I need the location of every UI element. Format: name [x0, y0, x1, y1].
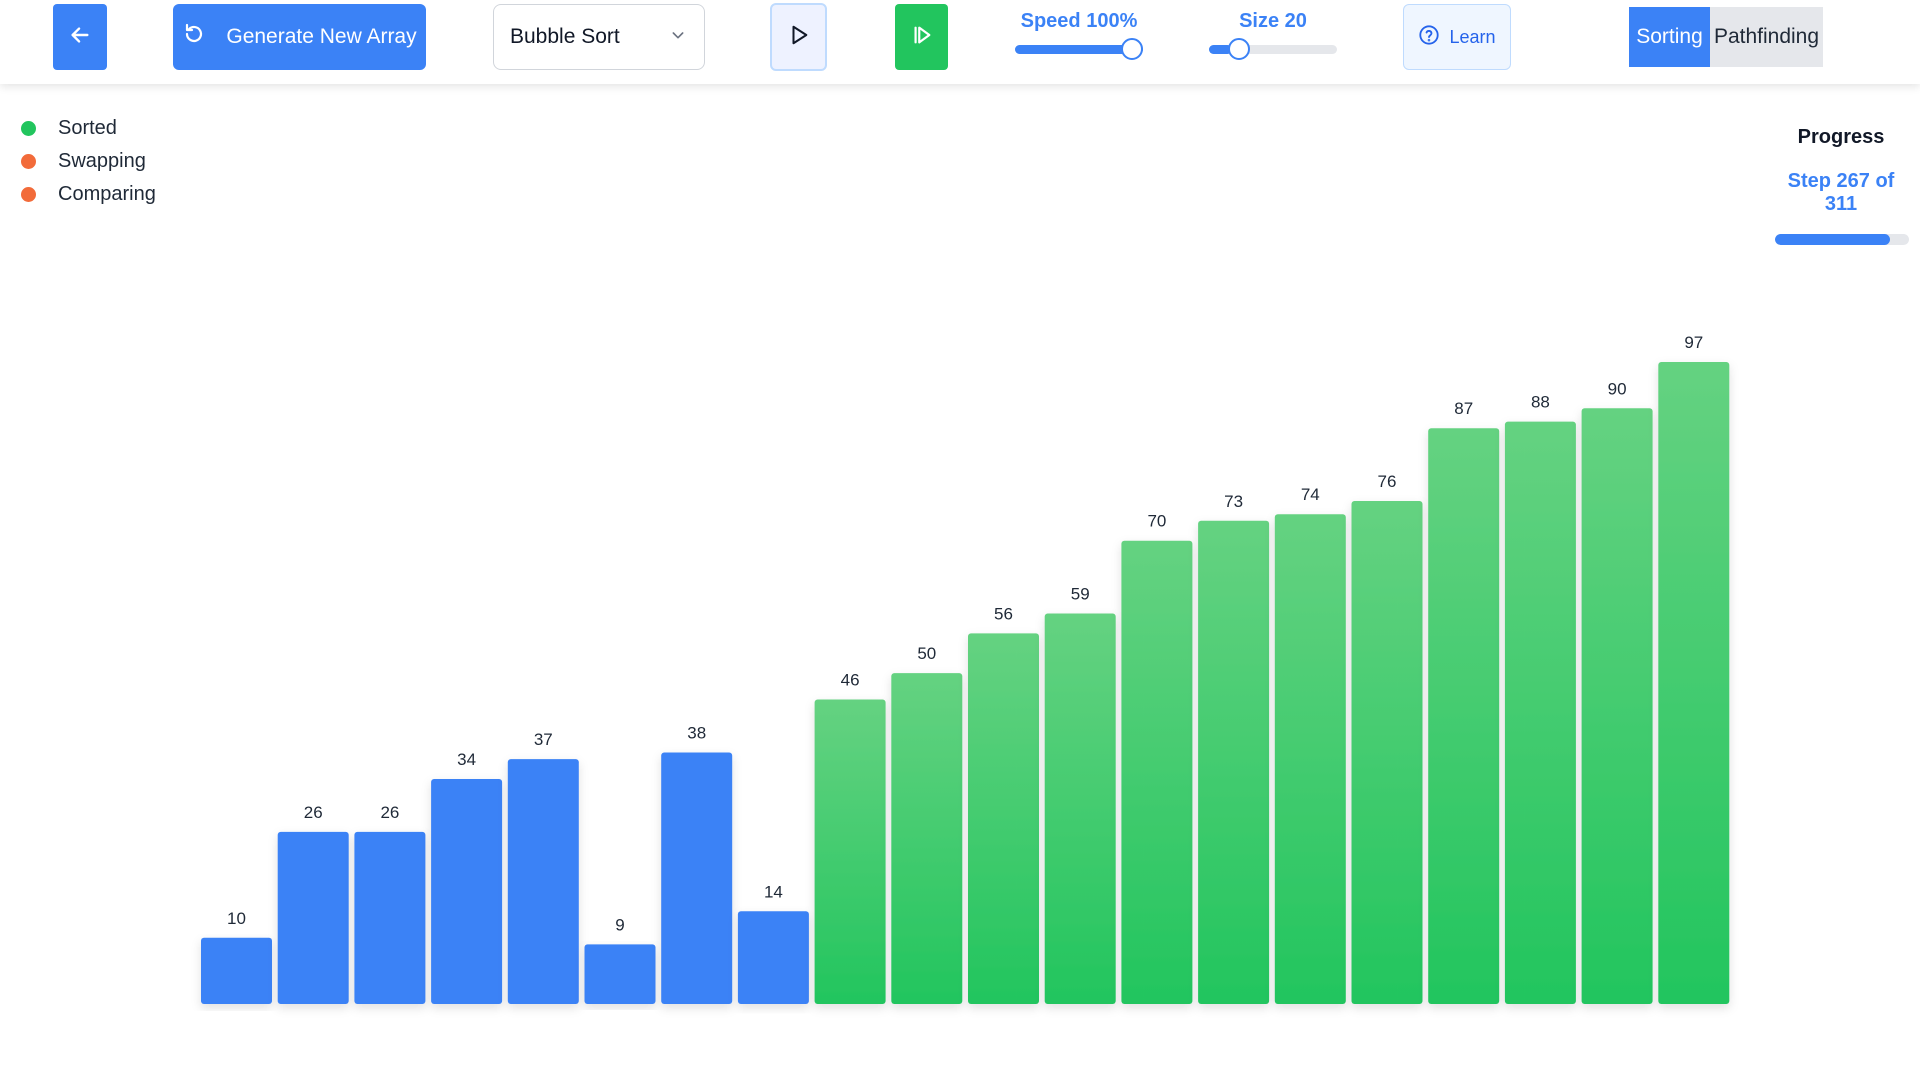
play-icon — [788, 24, 810, 51]
bar-unsorted — [584, 944, 656, 1004]
size-slider[interactable] — [1209, 38, 1337, 60]
bar-value-label: 26 — [380, 803, 399, 822]
generate-button-label: Generate New Array — [226, 25, 417, 48]
bar-sorted — [814, 699, 886, 1004]
bar-value-label: 26 — [304, 803, 323, 822]
bar-value-label: 88 — [1531, 393, 1550, 412]
bar-unsorted — [277, 831, 349, 1004]
generate-new-array-button[interactable]: Generate New Array — [173, 4, 426, 70]
bar-sorted — [1198, 520, 1270, 1004]
bar-value-label: 10 — [227, 909, 246, 928]
bar-value-label: 37 — [534, 730, 553, 749]
bar-value-label: 76 — [1378, 472, 1397, 491]
bar-value-label: 87 — [1454, 399, 1473, 418]
step-forward-button[interactable] — [895, 4, 948, 70]
bar-sorted — [1351, 501, 1423, 1004]
speed-control: Speed 100% — [1014, 10, 1144, 60]
bar-sorted — [1658, 362, 1730, 1004]
bar-value-label: 70 — [1147, 512, 1166, 531]
mode-toggle: Sorting Pathfinding — [1629, 7, 1823, 67]
bar-unsorted — [354, 831, 426, 1004]
step-forward-icon — [911, 24, 933, 51]
algorithm-select[interactable]: Bubble Sort — [493, 4, 705, 70]
bar-value-label: 46 — [841, 671, 860, 690]
bar-unsorted — [661, 752, 733, 1004]
bar-sorted — [1504, 421, 1576, 1005]
bar-value-label: 90 — [1608, 379, 1627, 398]
bar-chart: 10 26 26 34 37 9 38 14 46 50 56 59 70 73 74 76 87 88 90 97 — [201, 333, 1730, 1005]
size-label: Size 20 — [1239, 10, 1307, 32]
bar-unsorted — [201, 937, 272, 1004]
bar-sorted — [1121, 540, 1193, 1004]
speed-slider-thumb[interactable] — [1121, 38, 1143, 60]
bar-value-label: 59 — [1071, 585, 1090, 604]
learn-button-label: Learn — [1449, 26, 1496, 47]
bar-value-label: 14 — [764, 882, 783, 901]
learn-button[interactable]: Learn — [1403, 4, 1511, 70]
chevron-down-icon — [670, 25, 686, 49]
bar-value-label: 50 — [917, 644, 936, 663]
toolbar: Generate New Array Bubble Sort Speed 100… — [0, 0, 1920, 84]
bar-unsorted — [431, 779, 503, 1004]
back-button[interactable] — [53, 4, 107, 70]
bar-value-label: 38 — [687, 724, 706, 743]
bar-sorted — [1044, 613, 1116, 1004]
bars-group: 10 26 26 34 37 9 38 14 46 50 56 59 70 73 74 76 87 88 90 97 — [201, 333, 1730, 1005]
tab-pathfinding[interactable]: Pathfinding — [1710, 7, 1823, 67]
tab-sorting[interactable]: Sorting — [1629, 7, 1710, 67]
help-circle-icon — [1418, 24, 1440, 51]
bar-value-label: 9 — [615, 915, 624, 934]
bar-sorted — [968, 633, 1039, 1004]
bar-sorted — [1428, 428, 1500, 1004]
bar-unsorted — [737, 911, 809, 1004]
bar-unsorted — [507, 759, 579, 1004]
algorithm-select-value: Bubble Sort — [510, 25, 620, 48]
size-slider-thumb[interactable] — [1228, 38, 1251, 60]
bar-value-label: 97 — [1684, 333, 1703, 352]
speed-label: Speed 100% — [1020, 10, 1138, 32]
arrow-left-icon — [69, 24, 91, 51]
bar-value-label: 56 — [994, 604, 1013, 623]
bar-sorted — [1581, 408, 1653, 1004]
bar-sorted — [1274, 514, 1346, 1004]
bar-value-label: 74 — [1301, 485, 1320, 504]
bar-sorted — [891, 673, 963, 1004]
refresh-icon — [182, 22, 206, 52]
speed-slider[interactable] — [1015, 38, 1143, 60]
play-button[interactable] — [770, 3, 827, 71]
bar-value-label: 73 — [1224, 492, 1243, 511]
bar-value-label: 34 — [457, 750, 476, 769]
size-control: Size 20 — [1208, 10, 1338, 60]
